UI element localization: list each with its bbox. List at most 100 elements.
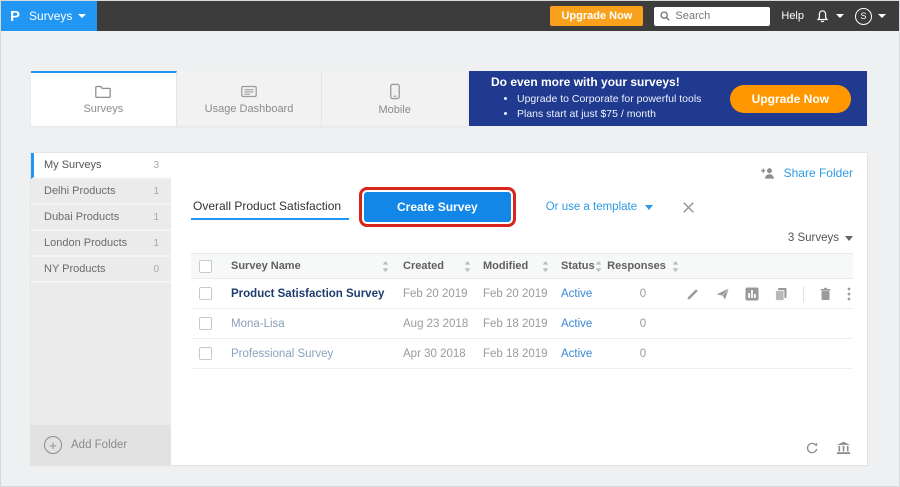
row-actions	[681, 286, 853, 302]
tab-label: Usage Dashboard	[205, 103, 294, 115]
notifications-menu[interactable]	[815, 9, 844, 24]
add-folder-button[interactable]: + Add Folder	[31, 425, 171, 465]
survey-name-input[interactable]	[191, 194, 349, 220]
analytics-icon[interactable]	[745, 287, 759, 301]
folder-label: My Surveys	[44, 159, 101, 171]
sort-icon[interactable]	[464, 261, 471, 272]
table-row: Professional Survey Apr 30 2018 Feb 18 2…	[191, 339, 853, 369]
survey-name-link[interactable]: Professional Survey	[231, 348, 333, 360]
folder-count: 1	[153, 186, 159, 197]
more-icon[interactable]	[847, 287, 851, 301]
surveys-table: Survey Name Created Modified Status Resp…	[191, 253, 853, 369]
use-template-label: Or use a template	[546, 201, 637, 213]
row-checkbox[interactable]	[199, 287, 212, 300]
chevron-down-icon	[836, 14, 844, 18]
create-survey-button[interactable]: Create Survey	[364, 192, 511, 222]
share-person-icon	[760, 166, 777, 180]
avatar: S	[855, 8, 872, 25]
plus-circle-icon: +	[44, 436, 62, 454]
folder-label: Delhi Products	[44, 185, 116, 197]
folder-count: 1	[153, 212, 159, 223]
mobile-icon	[389, 83, 401, 100]
surveys-count-label: 3 Surveys	[788, 232, 839, 244]
share-row: Share Folder	[191, 159, 853, 187]
row-checkbox[interactable]	[199, 347, 212, 360]
sort-icon[interactable]	[672, 261, 679, 272]
chevron-down-icon	[78, 14, 86, 18]
footer-icons	[804, 441, 851, 455]
folder-count: 0	[153, 264, 159, 275]
annotation-highlight: Create Survey	[359, 187, 516, 227]
topbar-right: Upgrade Now Help S	[550, 6, 899, 26]
banner-text: Do even more with your surveys! Upgrade …	[491, 75, 701, 122]
header-survey-name: Survey Name	[231, 260, 301, 272]
banner-bullet: Plans start at just $75 / month	[517, 107, 701, 122]
sidebar-item-dubai-products[interactable]: Dubai Products 1	[31, 205, 171, 231]
search-input[interactable]	[675, 10, 765, 22]
tab-surveys[interactable]: Surveys	[31, 71, 177, 126]
topbar: P Surveys Upgrade Now Help S	[1, 1, 899, 31]
folders-sidebar: My Surveys 3 Delhi Products 1 Dubai Prod…	[31, 153, 171, 465]
status-link[interactable]: Active	[561, 288, 592, 300]
created-date: Feb 20 2019	[403, 288, 468, 300]
folder-icon	[94, 84, 112, 99]
modified-date: Feb 20 2019	[483, 288, 548, 300]
share-folder-link[interactable]: Share Folder	[784, 166, 853, 180]
status-link[interactable]: Active	[561, 348, 592, 360]
sidebar-item-my-surveys[interactable]: My Surveys 3	[31, 153, 171, 179]
help-link[interactable]: Help	[781, 10, 804, 22]
tabs: Surveys Usage Dashboard Mobile	[31, 71, 467, 126]
search-icon	[659, 10, 671, 22]
sort-icon[interactable]	[595, 261, 602, 272]
search-box[interactable]	[654, 7, 770, 26]
send-icon[interactable]	[715, 287, 730, 301]
folder-label: London Products	[44, 237, 127, 249]
product-menu-label: Surveys	[29, 9, 72, 23]
row-checkbox[interactable]	[199, 317, 212, 330]
table-header: Survey Name Created Modified Status Resp…	[191, 253, 853, 279]
sidebar-item-delhi-products[interactable]: Delhi Products 1	[31, 179, 171, 205]
sidebar-item-ny-products[interactable]: NY Products 0	[31, 257, 171, 283]
sort-icon[interactable]	[542, 261, 549, 272]
folder-count: 3	[153, 160, 159, 171]
status-link[interactable]: Active	[561, 318, 592, 330]
banner-bullets: Upgrade to Corporate for powerful tools …	[517, 92, 701, 122]
sidebar-item-london-products[interactable]: London Products 1	[31, 231, 171, 257]
created-date: Apr 30 2018	[403, 348, 466, 360]
add-folder-label: Add Folder	[71, 439, 127, 451]
header-created: Created	[403, 260, 444, 272]
sort-icon[interactable]	[382, 261, 389, 272]
survey-name-link[interactable]: Product Satisfaction Survey	[231, 288, 384, 300]
surveys-count-dropdown[interactable]: 3 Surveys	[191, 227, 853, 249]
tabs-banner-row: Surveys Usage Dashboard Mobile Do even m…	[31, 71, 867, 126]
responses-count: 0	[640, 288, 646, 300]
banner-upgrade-button[interactable]: Upgrade Now	[730, 85, 851, 113]
modified-date: Feb 18 2019	[483, 348, 548, 360]
archive-bank-icon[interactable]	[836, 441, 851, 455]
folder-label: Dubai Products	[44, 211, 119, 223]
account-menu[interactable]: S	[855, 8, 886, 25]
table-row: Mona-Lisa Aug 23 2018 Feb 18 2019 Active…	[191, 309, 853, 339]
tab-usage-dashboard[interactable]: Usage Dashboard	[177, 71, 323, 126]
survey-name-link[interactable]: Mona-Lisa	[231, 318, 285, 330]
responses-count: 0	[640, 318, 646, 330]
folder-count: 1	[153, 238, 159, 249]
use-template-dropdown[interactable]: Or use a template	[546, 201, 653, 213]
dashboard-icon	[240, 84, 258, 99]
select-all-checkbox[interactable]	[199, 260, 212, 273]
upgrade-now-button[interactable]: Upgrade Now	[550, 6, 643, 26]
delete-icon[interactable]	[819, 287, 832, 301]
copy-icon[interactable]	[774, 287, 788, 301]
questionpro-logo: P	[10, 9, 20, 24]
restore-icon[interactable]	[804, 442, 819, 455]
folder-content: Share Folder Create Survey Or use a temp…	[171, 153, 867, 465]
bell-icon	[815, 9, 830, 24]
header-responses: Responses	[607, 260, 666, 272]
product-menu[interactable]: P Surveys	[1, 1, 97, 31]
edit-icon[interactable]	[686, 287, 700, 301]
created-date: Aug 23 2018	[403, 318, 468, 330]
close-icon[interactable]	[681, 200, 696, 215]
banner-bullet: Upgrade to Corporate for powerful tools	[517, 92, 701, 107]
tab-label: Mobile	[378, 104, 410, 116]
tab-mobile[interactable]: Mobile	[322, 71, 467, 126]
